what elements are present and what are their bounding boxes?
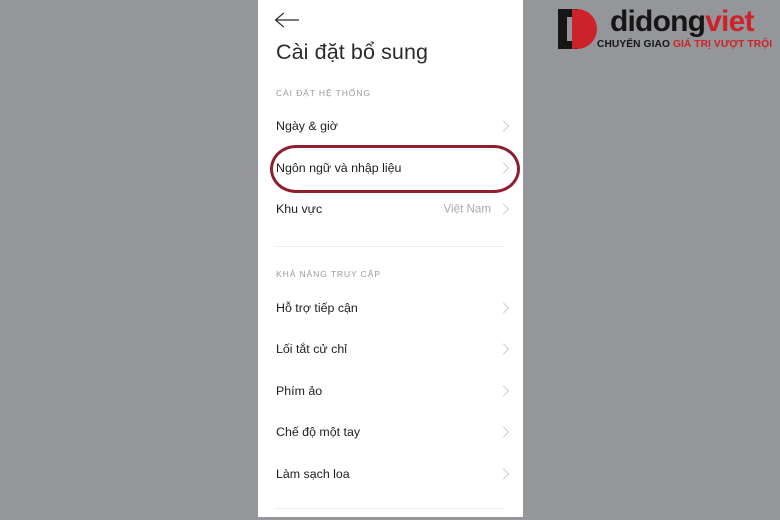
list-item-ngon-ngu-va-nhap-lieu[interactable]: Ngôn ngữ và nhập liệu (258, 153, 523, 183)
brand-tagline-part1: CHUYỂN GIAO (597, 39, 670, 50)
brand-tagline: CHUYỂN GIAO GIÁ TRỊ VƯỢT TRỘI (597, 39, 772, 51)
section-label-accessibility: KHẢ NĂNG TRUY CẬP (276, 269, 381, 279)
brand-wordmark-part2: viet (705, 5, 754, 38)
list-item-phim-ao[interactable]: Phím ảo (258, 376, 523, 406)
bottom-divider (276, 508, 505, 509)
chevron-right-icon (501, 119, 511, 133)
list-item-label: Phím ảo (276, 384, 323, 398)
brand-wordmark-part1: didong (610, 5, 706, 38)
didongviet-watermark: didongviet CHUYỂN GIAO GIÁ TRỊ VƯỢT TRỘI (556, 4, 772, 58)
page-title: Cài đặt bổ sung (276, 40, 429, 64)
list-item-label: Làm sạch loa (276, 467, 350, 481)
chevron-right-icon (501, 467, 511, 481)
list-item-loi-tat-cu-chi[interactable]: Lối tắt cử chỉ (258, 334, 523, 364)
list-item-label: Lối tắt cử chỉ (276, 342, 347, 356)
list-item-label: Chế độ một tay (276, 425, 361, 439)
chevron-right-icon (501, 342, 511, 356)
brand-tagline-part2: GIÁ TRỊ VƯỢT TRỘI (672, 39, 773, 50)
list-item-label: Khu vực (276, 202, 323, 216)
list-item-ngay-gio[interactable]: Ngày & giờ (258, 111, 523, 141)
screenshot-root: Cài đặt bổ sung CÀI ĐẶT HỆ THỐNG Ngày & … (0, 0, 780, 520)
chevron-right-icon (501, 425, 511, 439)
chevron-right-icon (501, 202, 511, 216)
chevron-right-icon (501, 161, 511, 175)
arrow-left-icon (274, 11, 300, 29)
list-item-label: Ngôn ngữ và nhập liệu (276, 161, 402, 175)
list-item-value: Việt Nam (443, 202, 491, 216)
back-button[interactable] (274, 5, 308, 35)
list-item-che-do-mot-tay[interactable]: Chế độ một tay (258, 417, 523, 447)
list-item-label: Hỗ trợ tiếp cận (276, 301, 358, 315)
section-label-system: CÀI ĐẶT HỆ THỐNG (276, 88, 371, 98)
list-item-khu-vuc[interactable]: Khu vực Việt Nam (258, 194, 523, 224)
list-item-ho-tro-tiep-can[interactable]: Hỗ trợ tiếp cận (258, 293, 523, 323)
phone-screen-panel: Cài đặt bổ sung CÀI ĐẶT HỆ THỐNG Ngày & … (258, 0, 523, 517)
list-item-label: Ngày & giờ (276, 119, 338, 133)
chevron-right-icon (501, 301, 511, 315)
section-divider (276, 246, 505, 247)
chevron-right-icon (501, 384, 511, 398)
brand-wordmark: didongviet (610, 5, 754, 39)
list-item-lam-sach-loa[interactable]: Làm sạch loa (258, 459, 523, 489)
